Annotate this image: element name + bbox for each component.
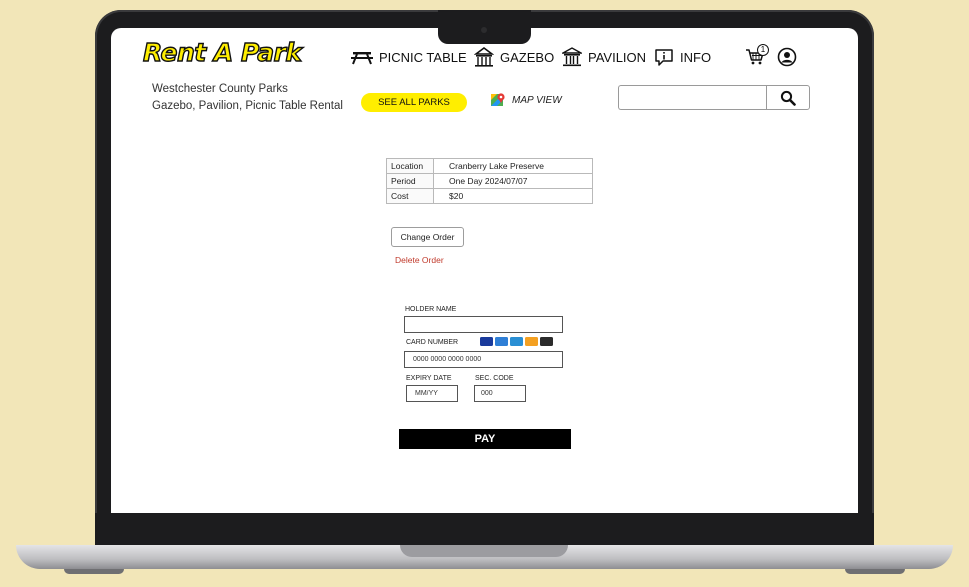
nav-picnic-table[interactable]: PICNIC TABLE — [351, 45, 467, 69]
order-key: Period — [386, 173, 434, 189]
amex-icon — [510, 337, 523, 346]
change-order-button[interactable]: Change Order — [391, 227, 464, 247]
delete-order-link[interactable]: Delete Order — [395, 255, 444, 265]
order-value: $20 — [433, 188, 593, 204]
camera-lens — [481, 27, 487, 33]
nav-pavilion[interactable]: PAVILION — [562, 45, 646, 69]
table-row: Cost $20 — [386, 188, 593, 204]
mastercard-icon — [540, 337, 553, 346]
card-number-label: CARD NUMBER — [406, 339, 459, 346]
picnic-table-icon — [351, 49, 373, 65]
nav-label: PAVILION — [588, 49, 647, 65]
map-view-link[interactable]: MAP VIEW — [490, 92, 562, 108]
header-subtitle-line2: Gazebo, Pavilion, Picnic Table Rental — [152, 100, 343, 112]
map-pin-icon — [491, 93, 505, 106]
pay-button[interactable]: PAY — [399, 429, 571, 449]
card-number-input[interactable] — [404, 351, 563, 368]
table-row: Location Cranberry Lake Preserve — [386, 158, 593, 174]
order-summary-table: Location Cranberry Lake Preserve Period On… — [386, 158, 593, 204]
nav-label: PICNIC TABLE — [379, 49, 467, 65]
account-button[interactable] — [777, 47, 797, 72]
search-button[interactable] — [766, 85, 810, 110]
laptop-foot-left — [64, 569, 124, 574]
visa-icon — [480, 337, 493, 346]
holder-name-input[interactable] — [404, 316, 563, 333]
security-code-input[interactable] — [474, 385, 526, 402]
laptop-foot-right — [845, 569, 905, 574]
discover-icon — [525, 337, 538, 346]
gazebo-icon — [474, 47, 494, 67]
nav-gazebo[interactable]: GAZEBO — [474, 45, 554, 69]
holder-name-label: HOLDER NAME — [405, 306, 457, 313]
cart-button[interactable]: 1 — [745, 44, 771, 68]
nav-label: INFO — [680, 49, 712, 65]
security-code-label: SEC. CODE — [475, 375, 514, 382]
header-subtitle-line1: Westchester County Parks — [152, 83, 288, 95]
user-icon — [777, 47, 797, 67]
laptop-base-notch — [400, 545, 568, 557]
expiry-date-label: EXPIRY DATE — [406, 375, 452, 382]
nav-info[interactable]: INFO — [654, 45, 711, 69]
order-key: Location — [386, 158, 434, 174]
search-input[interactable] — [618, 85, 766, 110]
brand-logo[interactable]: Rent A Park — [142, 37, 302, 67]
app-screen: Rent A Park PICNIC TABLE GAZEBO PAVILION… — [111, 28, 858, 513]
order-key: Cost — [386, 188, 434, 204]
table-row: Period One Day 2024/07/07 — [386, 173, 593, 189]
search-icon — [780, 90, 796, 106]
order-value: One Day 2024/07/07 — [433, 173, 593, 189]
see-all-parks-button[interactable]: SEE ALL PARKS — [361, 93, 467, 112]
info-icon — [654, 48, 674, 67]
nav-label: GAZEBO — [500, 49, 555, 65]
diners-icon — [495, 337, 508, 346]
pavilion-icon — [562, 47, 582, 67]
map-view-label: MAP VIEW — [512, 94, 562, 106]
laptop-chin — [95, 513, 874, 545]
cart-count-badge: 1 — [757, 44, 769, 56]
order-value: Cranberry Lake Preserve — [433, 158, 593, 174]
expiry-date-input[interactable] — [406, 385, 458, 402]
card-brand-logos — [480, 337, 553, 346]
